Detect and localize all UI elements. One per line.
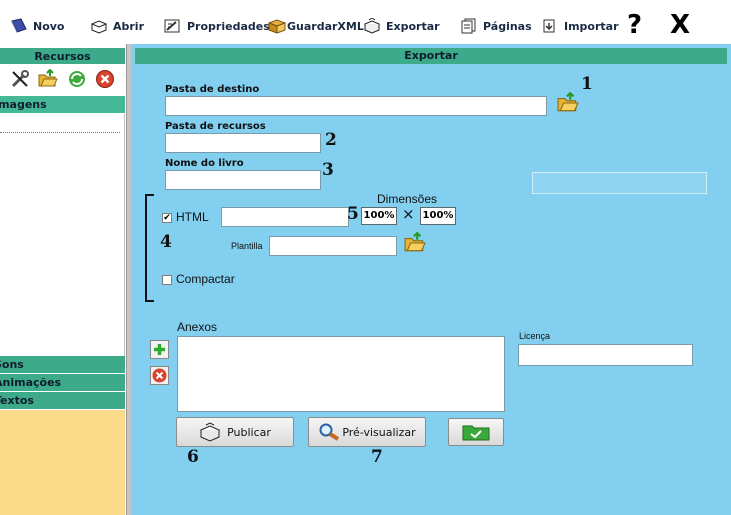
green-folder-check-icon <box>462 425 490 441</box>
close-label: X <box>670 10 691 40</box>
export-header: Exportar <box>135 48 727 64</box>
abrir-button[interactable]: Abrir <box>90 15 144 37</box>
annotation-2: 2 <box>325 130 337 150</box>
compactar-label: Compactar <box>176 272 235 286</box>
pre-visualizar-button[interactable]: Pré-visualizar <box>308 417 426 447</box>
properties-icon <box>164 19 180 33</box>
pasta-recursos-label: Pasta de recursos <box>165 121 266 132</box>
guardarxml-label: GuardarXML <box>287 19 364 33</box>
nome-livro-field[interactable] <box>165 170 321 190</box>
propriedades-label: Propriedades <box>187 19 270 33</box>
export-title: Exportar <box>404 49 458 62</box>
paginas-button[interactable]: Páginas <box>460 15 532 37</box>
package-icon <box>268 19 286 34</box>
animacoes-tab[interactable]: Animações <box>0 374 125 391</box>
width-percent-field[interactable]: 100% <box>361 207 397 225</box>
height-percent-field[interactable]: 100% <box>420 207 456 225</box>
add-attachment-icon[interactable] <box>150 340 169 359</box>
novo-button[interactable]: Novo <box>10 15 65 37</box>
anexos-list[interactable] <box>177 336 505 412</box>
anexos-label: Anexos <box>177 320 218 334</box>
annotation-3: 3 <box>322 160 334 180</box>
recursos-label: Recursos <box>34 50 91 63</box>
annotation-7: 7 <box>371 447 383 467</box>
publicar-label: Publicar <box>227 425 271 439</box>
recursos-header: Recursos <box>0 48 125 64</box>
magnifier-icon <box>319 423 340 441</box>
plantilla-folder-icon[interactable] <box>404 232 426 254</box>
novo-label: Novo <box>33 19 65 33</box>
exportar-button[interactable]: Exportar <box>363 15 440 37</box>
pages-icon <box>461 18 476 34</box>
publish-box-icon <box>199 422 221 442</box>
annotation-1: 1 <box>581 74 593 94</box>
open-box-icon <box>90 20 108 34</box>
licenca-label: Licença <box>519 331 551 341</box>
import-icon <box>543 19 555 33</box>
toolbar: Novo Abrir Propriedades GuardarXML Expor… <box>0 0 731 44</box>
html-checkbox[interactable]: ✔ <box>162 213 172 223</box>
plantilla-label: Plantilla <box>231 241 263 251</box>
abrir-label: Abrir <box>113 19 145 33</box>
export-box-icon <box>363 18 381 34</box>
publicar-button[interactable]: Publicar <box>176 417 294 447</box>
resources-toolbar <box>0 66 125 92</box>
importar-button[interactable]: Importar <box>541 15 619 37</box>
propriedades-button[interactable]: Propriedades <box>164 15 270 37</box>
paginas-label: Páginas <box>483 19 532 33</box>
open-folder-button[interactable] <box>448 418 504 446</box>
textos-tab[interactable]: Textos <box>0 392 125 409</box>
licenca-field[interactable] <box>518 344 693 366</box>
blank-field[interactable] <box>532 172 707 194</box>
annotation-6: 6 <box>187 447 199 467</box>
browse-folder-icon[interactable] <box>557 92 579 114</box>
exportar-label: Exportar <box>386 19 440 33</box>
imagens-tab[interactable]: Imagens <box>0 96 125 113</box>
times-sign: × <box>402 205 415 223</box>
images-list[interactable] <box>0 114 125 356</box>
nome-livro-label: Nome do livro <box>165 158 244 169</box>
sons-tab[interactable]: Sons <box>0 356 125 373</box>
pasta-destino-field[interactable] <box>165 96 547 116</box>
open-folder-icon[interactable] <box>38 69 58 89</box>
imagens-label: Imagens <box>0 98 47 111</box>
bracket-mark <box>145 194 154 302</box>
close-button[interactable]: X <box>670 12 690 38</box>
sons-label: Sons <box>0 358 24 371</box>
delete-icon[interactable] <box>95 69 115 89</box>
annotation-4: 4 <box>160 232 172 252</box>
compactar-checkbox[interactable] <box>162 275 172 285</box>
guardarxml-button[interactable]: GuardarXML <box>268 15 364 37</box>
textos-label: Textos <box>0 394 34 407</box>
html-field[interactable] <box>221 207 349 227</box>
animacoes-label: Animações <box>0 376 62 389</box>
help-button[interactable]: ? <box>627 12 642 38</box>
dimensoes-label: Dimensões <box>377 192 438 206</box>
help-label: ? <box>627 10 643 40</box>
list-item[interactable] <box>0 116 120 133</box>
plantilla-field[interactable] <box>269 236 397 256</box>
remove-attachment-icon[interactable] <box>150 366 169 385</box>
refresh-icon[interactable] <box>67 69 87 89</box>
importar-label: Importar <box>564 19 619 33</box>
book-icon <box>11 18 27 33</box>
pasta-recursos-field[interactable] <box>165 133 321 153</box>
html-label: HTML <box>176 210 209 224</box>
pasta-destino-label: Pasta de destino <box>165 84 260 95</box>
textos-area <box>0 410 125 515</box>
export-panel: Exportar Pasta de destino 1 Pasta de rec… <box>131 44 731 515</box>
resources-panel: Recursos Imagens Sons Animações <box>0 44 128 515</box>
tools-icon[interactable] <box>10 69 30 89</box>
annotation-5: 5 <box>347 204 359 224</box>
pre-visualizar-label: Pré-visualizar <box>342 425 416 439</box>
